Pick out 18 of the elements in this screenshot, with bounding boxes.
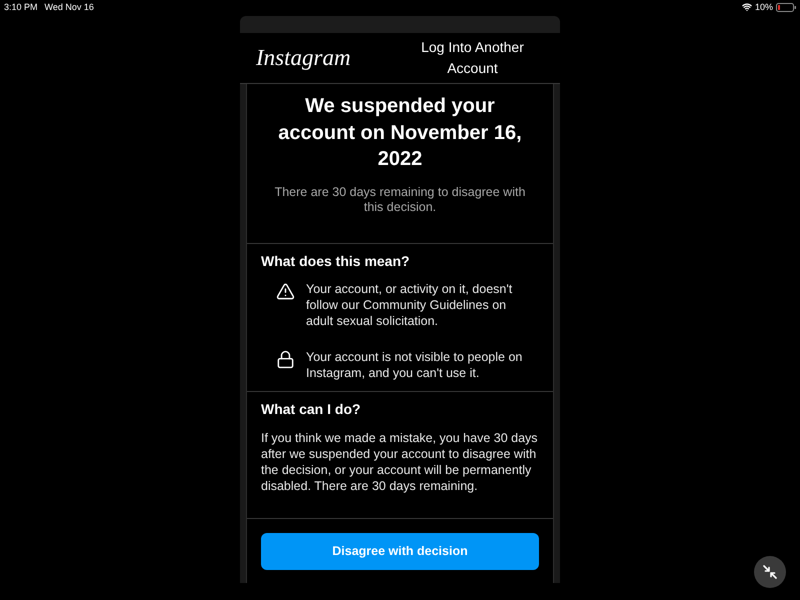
suspension-title: We suspended your account on November 16, 2022: [277, 94, 523, 172]
days-remaining-text: There are 30 days remaining to disagree with this decision.: [274, 184, 526, 216]
section-heading: What does this mean?: [261, 252, 411, 270]
instructions-text: If you think we made a mistake, you have 30 days after we suspended your account to disagree with the decision, or your account will be permanently disabled. There are 30 days remaining.: [261, 430, 539, 494]
collapse-button[interactable]: [754, 556, 786, 588]
status-time: 3:10 PM: [4, 1, 38, 13]
wifi-icon: [742, 2, 752, 12]
section-heading: What can I do?: [261, 400, 362, 418]
explanation-text: Your account, or activity on it, doesn't follow our Community Guidelines on adult sexual solicitation.: [306, 280, 514, 328]
log-into-another-account-link[interactable]: Log Into Another Account: [408, 37, 538, 79]
instagram-logo: Instagram: [256, 44, 351, 72]
explanation-text: Your account is not visible to people on Instagram, and you can't use it.: [306, 348, 524, 380]
warning-icon: [276, 282, 295, 300]
inward-arrows-icon: [763, 565, 777, 579]
battery-icon: [776, 2, 796, 12]
status-date: Wed Nov 16: [44, 1, 94, 13]
battery-percentage: 10%: [754, 1, 773, 13]
lock-icon: [276, 350, 295, 368]
